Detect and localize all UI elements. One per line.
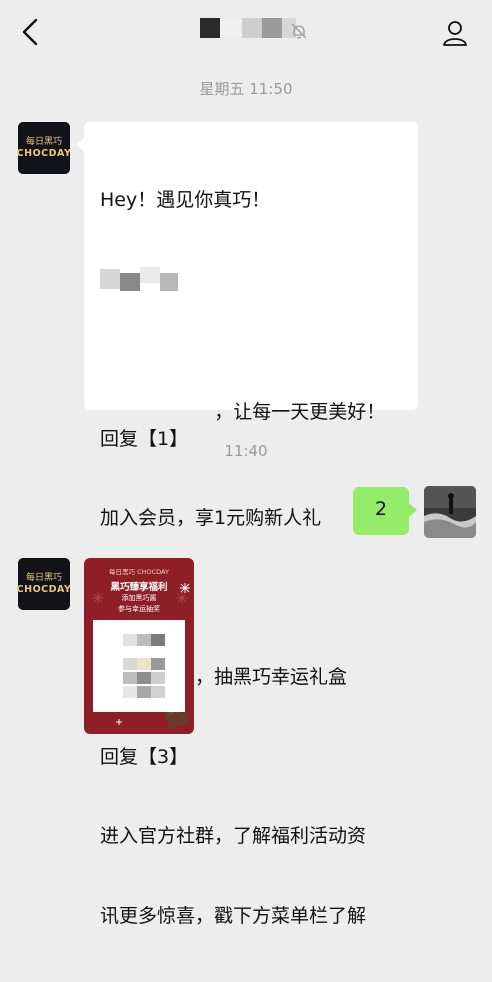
avatar[interactable]: 每日黑巧 CHOCDAY [16, 122, 72, 174]
chevron-left-icon[interactable] [16, 16, 44, 48]
message-bubble-self[interactable]: 2 [353, 487, 417, 535]
message-line: 讯更多惊喜，戳下方菜单栏了解 [100, 904, 367, 927]
avatar-brand-cn: 每日黑巧 [25, 572, 62, 583]
message-line: 加入会员，享1元购新人礼 [100, 507, 322, 529]
poster-subtitle: 添加黑巧酱 [121, 594, 157, 602]
poster-title: 黑巧臻享福利 [110, 582, 168, 593]
timestamp: 星期五 11:50 [199, 80, 293, 98]
poster-brand: 每日黑巧 CHOCDAY [109, 568, 169, 576]
redacted-block [160, 272, 178, 291]
message-bubble[interactable]: Hey！遇见你真巧！ ，让每一天更美好！ 回复【1】 加入会员，享1元购新人礼 … [76, 122, 418, 927]
avatar-brand-cn: 每日黑巧 [25, 136, 62, 147]
poster-subtitle: 参与幸运抽奖 [118, 605, 160, 613]
person-icon[interactable] [440, 18, 470, 48]
chat-title [200, 18, 296, 40]
chat-header [0, 0, 492, 64]
avatar[interactable]: 每日黑巧 CHOCDAY [16, 558, 72, 610]
qr-code [93, 620, 185, 712]
message-text: 2 [374, 498, 388, 520]
message-line: Hey！遇见你真巧！ [100, 189, 271, 211]
redacted-block [120, 272, 140, 291]
avatar-brand-en: CHOCDAY [16, 147, 72, 159]
redacted-block [100, 268, 120, 289]
avatar-photo [424, 486, 476, 538]
poster-image[interactable]: 每日黑巧 CHOCDAY 黑巧臻享福利 添加黑巧酱 参与幸运抽奖 [84, 558, 194, 734]
message-line [100, 346, 385, 373]
self-avatar[interactable] [424, 486, 476, 538]
message-line: 进入官方社群，了解福利活动资 [100, 825, 367, 847]
message-line: ，让每一天更美好！ [100, 266, 385, 423]
message-line: 回复【3】 [100, 745, 189, 768]
timestamp: 11:40 [224, 442, 268, 460]
avatar-brand-en: CHOCDAY [16, 583, 72, 595]
bell-off-icon [291, 23, 307, 39]
redacted-block [140, 266, 160, 283]
